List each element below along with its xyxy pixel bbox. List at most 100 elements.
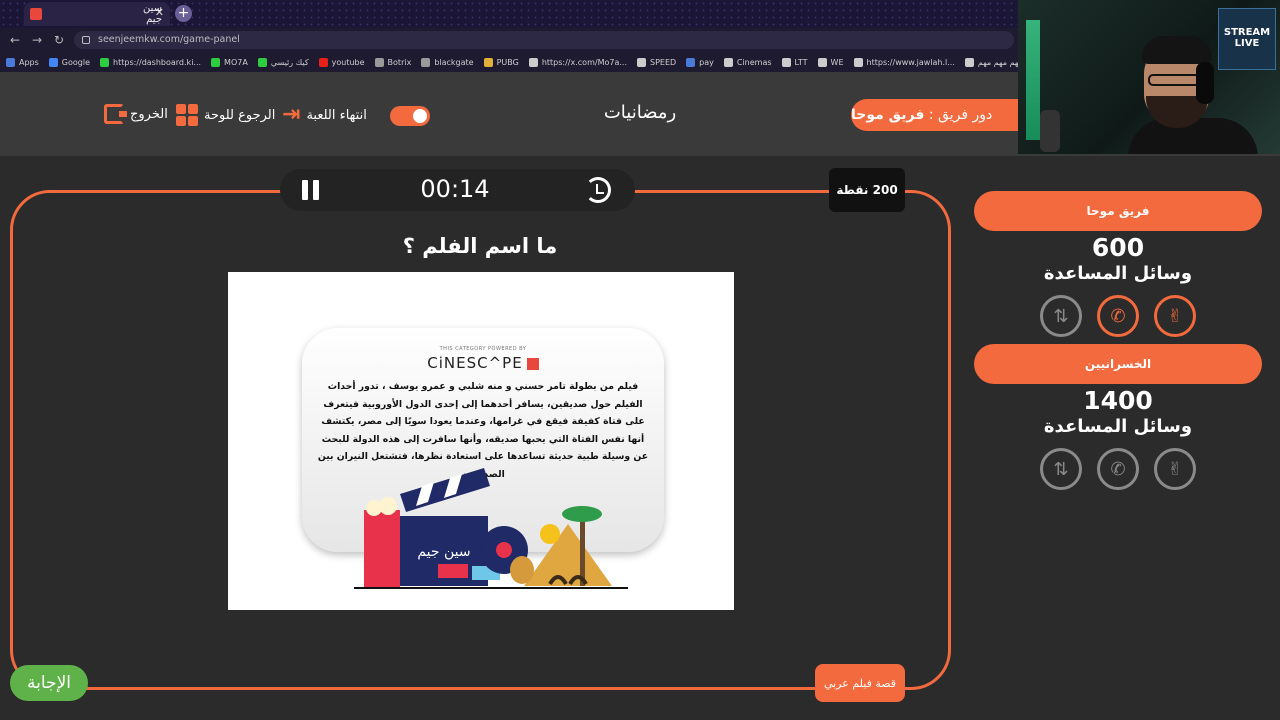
bookmark-item[interactable]: blackgate [421,57,474,67]
peace-hand-icon[interactable]: ✌ [1154,448,1196,490]
bookmark-label: Apps [19,57,39,67]
arrow-right-icon: ⇥ [282,102,301,127]
bookmark-item[interactable]: مهم مهم مهم [964,57,1023,67]
end-game-button[interactable]: ⇥ انتهاء اللعبة [282,104,367,126]
bookmark-favicon-icon [964,57,974,67]
url-input[interactable]: seenjeemkw.com/game-panel [74,31,1014,49]
bookmark-item[interactable]: https://dashboard.ki... [100,57,202,67]
bookmark-item[interactable]: WE [817,57,844,67]
microphone-icon [1040,110,1060,152]
bookmark-favicon-icon [636,57,646,67]
palm-tree-icon [562,506,602,522]
bookmark-favicon-icon [686,57,696,67]
reset-timer-icon[interactable] [585,177,611,203]
ground-line [354,587,628,589]
bookmark-item[interactable]: Google [48,57,91,67]
category-title: رمضانيات [603,102,677,123]
bookmark-item[interactable]: Apps [6,57,39,67]
webcam-light-strip [1026,20,1040,140]
lifelines-row: ⇅ ✆ ✌ [974,448,1262,490]
bookmark-label: Cinemas [736,57,772,67]
clapper-top-icon [400,468,490,512]
timer-display: 00:14 [420,175,490,203]
team-name: الخسرانيين [974,344,1262,384]
bookmark-favicon-icon [723,57,733,67]
team-score: 1400 [1083,386,1153,415]
question-text: ما اسم الفلم ؟ [402,234,558,258]
bookmark-label: PUBG [496,57,519,67]
bookmark-item[interactable]: youtube [318,57,365,67]
stream-live-banner: STREAM LIVE [1218,8,1276,70]
cinema-illustration: سين جيم [354,468,628,589]
exit-button[interactable]: الخروج [104,104,168,124]
bookmark-item[interactable]: https://www.jawlah.l... [853,57,955,67]
bookmark-favicon-icon [257,57,267,67]
bookmark-item[interactable]: Cinemas [723,57,772,67]
bookmark-favicon-icon [817,57,827,67]
bookmark-item[interactable]: كيك رئيسي [257,57,309,67]
bookmark-label: LTT [794,57,808,67]
lifelines-title: وسائل المساعدة [1043,416,1193,437]
bookmark-label: SPEED [649,57,677,67]
end-game-label: انتهاء اللعبة [306,107,367,123]
bookmark-favicon-icon [421,57,431,67]
bookmark-label: WE [830,57,844,67]
reload-icon[interactable]: ↻ [54,33,64,47]
bookmark-label: Botrix [387,57,412,67]
team-name: فريق موحا [974,191,1262,231]
bookmark-label: كيك رئيسي [270,57,309,67]
bookmark-favicon-icon [528,57,538,67]
bookmark-favicon-icon [374,57,384,67]
team-card-1: فريق موحا 600 وسائل المساعدة ⇅ ✆ ✌ [974,191,1262,337]
grid-icon [176,104,198,126]
back-to-board-button[interactable]: الرجوع للوحة [176,104,275,126]
site-favicon-icon [30,8,42,20]
story-category-tag: قصة فيلم عربي [815,664,905,702]
bookmark-item[interactable]: pay [686,57,714,67]
brand-name: CiNESC^PE [427,354,523,372]
bookmark-label: https://dashboard.ki... [113,57,202,67]
phone-call-icon[interactable]: ✆ [1097,448,1139,490]
bookmark-favicon-icon [318,57,328,67]
show-answer-button[interactable]: الإجابة [10,665,88,701]
exit-icon [104,104,127,124]
webcam-overlay: STREAM LIVE [1018,0,1280,154]
bookmark-item[interactable]: SPEED [636,57,677,67]
bookmark-item[interactable]: LTT [781,57,808,67]
exit-label: الخروج [130,106,168,122]
bookmark-label: MO7A [224,57,248,67]
streamer-glasses [1148,74,1200,86]
bookmark-favicon-icon [853,57,863,67]
pause-icon[interactable] [302,180,320,200]
forward-arrow-icon[interactable]: → [32,33,42,47]
popcorn-icon [379,497,397,515]
pyramid-icon [524,524,612,586]
url-text: seenjeemkw.com/game-panel [98,34,240,45]
bookmark-item[interactable]: Botrix [374,57,412,67]
bookmark-label: https://x.com/Mo7a... [541,57,627,67]
turn-team: فريق موحا [851,107,925,123]
turn-prefix: دور فريق : [928,107,993,123]
powered-by-label: THIS CATEGORY POWERED BY [439,346,527,352]
bookmark-favicon-icon [6,57,15,67]
lifelines-title: وسائل المساعدة [1043,263,1193,284]
close-tab-icon[interactable]: ✕ [155,6,164,19]
back-arrow-icon[interactable]: ← [10,33,20,47]
bookmark-label: Google [61,57,91,67]
double-answer-icon[interactable]: ⇅ [1040,295,1082,337]
bookmark-item[interactable]: MO7A [211,57,248,67]
bookmark-item[interactable]: https://x.com/Mo7a... [528,57,627,67]
double-answer-icon[interactable]: ⇅ [1040,448,1082,490]
new-tab-button[interactable]: + [175,5,192,22]
peace-hand-icon[interactable]: ✌ [1154,295,1196,337]
phone-call-icon[interactable]: ✆ [1097,295,1139,337]
bookmark-favicon-icon [483,57,493,67]
streamer-hair [1142,36,1212,64]
bookmark-favicon-icon [100,57,110,67]
bookmark-label: مهم مهم مهم [977,57,1023,67]
browser-tab[interactable]: سين جيم ✕ [24,2,170,26]
site-info-icon[interactable] [82,36,90,44]
bookmark-item[interactable]: PUBG [483,57,519,67]
popcorn-box-icon [364,510,400,588]
settings-toggle[interactable] [390,106,430,126]
